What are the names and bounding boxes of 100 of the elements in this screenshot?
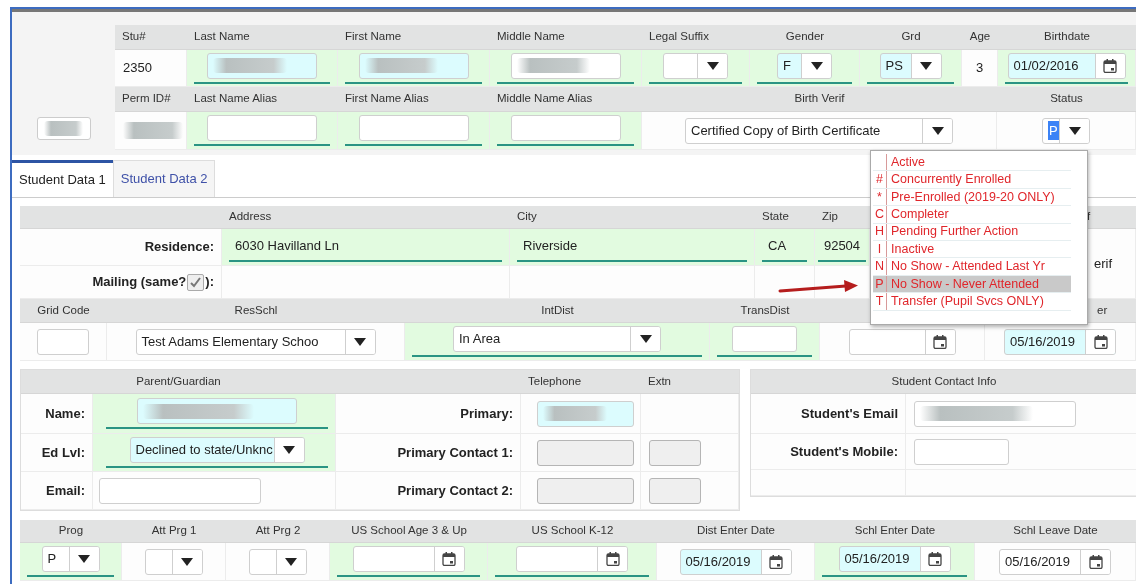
dropdown[interactable]	[663, 52, 728, 79]
date-field[interactable]: 01/02/2016	[1007, 52, 1126, 79]
text-field[interactable]	[732, 326, 797, 352]
column-header: Extn	[641, 370, 739, 394]
column-header: Last Name	[187, 25, 338, 50]
dropdown[interactable]: P	[1042, 117, 1090, 144]
column-header: First Name Alias	[338, 87, 490, 112]
caret-icon[interactable]	[1068, 126, 1081, 135]
column-header: Att Prg 1	[122, 520, 226, 543]
dropdown-option[interactable]: T Transfer (Pupil Svcs ONLY)	[873, 293, 1071, 311]
column-header: US School K-12	[488, 520, 657, 543]
caret-icon[interactable]	[920, 61, 932, 70]
table-cell: 6030 Havilland Ln	[222, 229, 510, 266]
date-field[interactable]	[516, 546, 628, 572]
text-field[interactable]	[207, 115, 317, 141]
table-cell: CA	[755, 229, 815, 266]
tab[interactable]: Student Data 2	[112, 160, 216, 197]
dropdown[interactable]: Declined to state/Unknc	[129, 437, 305, 463]
calendar-icon[interactable]	[933, 334, 947, 349]
column-header: Address	[222, 206, 510, 229]
caret-icon[interactable]	[354, 337, 366, 346]
column-header: Age	[962, 25, 998, 50]
date-field[interactable]	[848, 328, 956, 355]
column-header: Status	[997, 87, 1136, 112]
row-label: Primary Contact 1:	[336, 434, 521, 472]
text-field[interactable]	[510, 52, 621, 79]
dropdown-option[interactable]: Active	[873, 154, 1071, 172]
column-header: First Name	[338, 25, 490, 50]
column-header: Parent/Guardian	[21, 370, 336, 394]
dropdown[interactable]: P	[41, 546, 100, 572]
caret-icon[interactable]	[283, 446, 295, 454]
column-header: Prog	[20, 520, 122, 543]
text-field[interactable]	[914, 438, 1009, 465]
caret-icon[interactable]	[285, 557, 297, 566]
date-field[interactable]: 05/16/2019	[1004, 328, 1116, 355]
text-field[interactable]	[510, 115, 621, 141]
text-field[interactable]	[99, 477, 261, 504]
column-header: Gender	[750, 25, 860, 50]
caret-icon[interactable]	[706, 61, 719, 70]
calendar-icon[interactable]	[605, 552, 620, 566]
caret-icon[interactable]	[931, 126, 944, 135]
column-header: Schl Leave Date	[975, 520, 1136, 543]
table-cell: 92504	[815, 229, 870, 266]
text-field[interactable]	[358, 52, 469, 79]
row-label: ):	[205, 273, 214, 292]
date-field[interactable]: 05/16/2019	[679, 548, 792, 575]
dropdown-option[interactable]: I Inactive	[873, 240, 1071, 259]
column-header: Dist Enter Date	[657, 520, 815, 543]
row-label: Mailing (same?	[92, 273, 187, 292]
text-field[interactable]	[137, 398, 297, 424]
table-cell: 3	[962, 50, 998, 87]
checkbox[interactable]	[187, 273, 205, 291]
row-label: Email:	[21, 472, 93, 510]
column-header: Schl Enter Date	[815, 520, 975, 543]
column-header: IntDist	[405, 299, 710, 323]
caret-icon[interactable]	[810, 61, 823, 70]
calendar-icon[interactable]	[442, 552, 456, 566]
dropdown-option[interactable]: N No Show - Attended Last Yr	[873, 258, 1071, 276]
dropdown-option[interactable]: C Completer	[873, 206, 1071, 224]
calendar-icon[interactable]	[1088, 554, 1103, 569]
row-label: Primary:	[336, 394, 521, 434]
column-header: Grid Code	[20, 299, 107, 323]
text-field[interactable]	[37, 328, 89, 355]
dropdown-option[interactable]: * Pre-Enrolled (2019-20 ONLY)	[873, 188, 1071, 207]
dropdown[interactable]	[144, 548, 203, 575]
date-field[interactable]: 05/16/2019	[838, 546, 951, 572]
text-field[interactable]	[914, 400, 1076, 427]
column-header: State	[755, 206, 815, 229]
table-cell	[755, 266, 815, 299]
column-header: Perm ID#	[115, 87, 187, 112]
calendar-icon[interactable]	[1093, 334, 1108, 349]
dropdown[interactable]: PS	[879, 52, 942, 79]
text-field[interactable]	[358, 115, 469, 141]
row-label: Ed Lvl:	[21, 434, 93, 472]
calendar-icon[interactable]	[769, 554, 783, 569]
date-field[interactable]	[352, 546, 465, 572]
column-header: Middle Name Alias	[490, 87, 642, 112]
caret-icon[interactable]	[181, 557, 193, 566]
column-header: Att Prg 2	[226, 520, 330, 543]
row-label: Student's Mobile:	[751, 434, 906, 470]
row-label: Name:	[21, 394, 93, 434]
dropdown-option[interactable]: # Concurrently Enrolled	[873, 171, 1071, 189]
dropdown-option[interactable]: H Pending Further Action	[873, 223, 1071, 241]
column-header: Zip	[815, 206, 870, 229]
caret-icon[interactable]	[78, 555, 90, 563]
column-header: Birth Verif	[642, 87, 997, 112]
text-field[interactable]	[537, 400, 634, 427]
dropdown[interactable]: In Area	[453, 326, 661, 352]
caret-icon[interactable]	[639, 335, 652, 343]
dropdown[interactable]: F	[777, 52, 832, 79]
column-header: City	[510, 206, 755, 229]
table-cell: Riverside	[510, 229, 755, 266]
calendar-icon[interactable]	[928, 552, 942, 566]
dropdown[interactable]: Certified Copy of Birth Certificate	[685, 117, 953, 144]
calendar-icon[interactable]	[1103, 58, 1117, 73]
dropdown[interactable]: Test Adams Elementary Schoo	[135, 328, 376, 355]
column-header: Student Contact Info	[751, 370, 1136, 394]
date-field[interactable]: 05/16/2019	[999, 548, 1111, 575]
dropdown[interactable]	[248, 548, 307, 575]
text-field[interactable]	[207, 52, 317, 79]
